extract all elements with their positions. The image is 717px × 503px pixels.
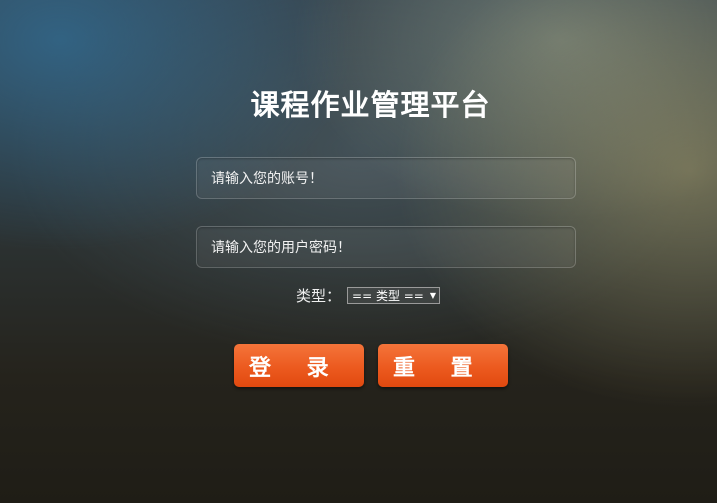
type-row: 类型： == 类型 == ▼ bbox=[296, 285, 441, 305]
password-input[interactable] bbox=[196, 226, 576, 268]
dropdown-triangle-icon: ▼ bbox=[429, 290, 437, 300]
reset-button[interactable]: 重 置 bbox=[378, 344, 508, 387]
account-input[interactable] bbox=[196, 157, 576, 199]
type-select-value: == 类型 == bbox=[352, 288, 424, 303]
login-button[interactable]: 登 录 bbox=[234, 344, 364, 387]
type-select[interactable]: == 类型 == ▼ bbox=[347, 286, 441, 304]
page-title: 课程作业管理平台 bbox=[250, 88, 491, 122]
type-label: 类型： bbox=[296, 286, 342, 305]
